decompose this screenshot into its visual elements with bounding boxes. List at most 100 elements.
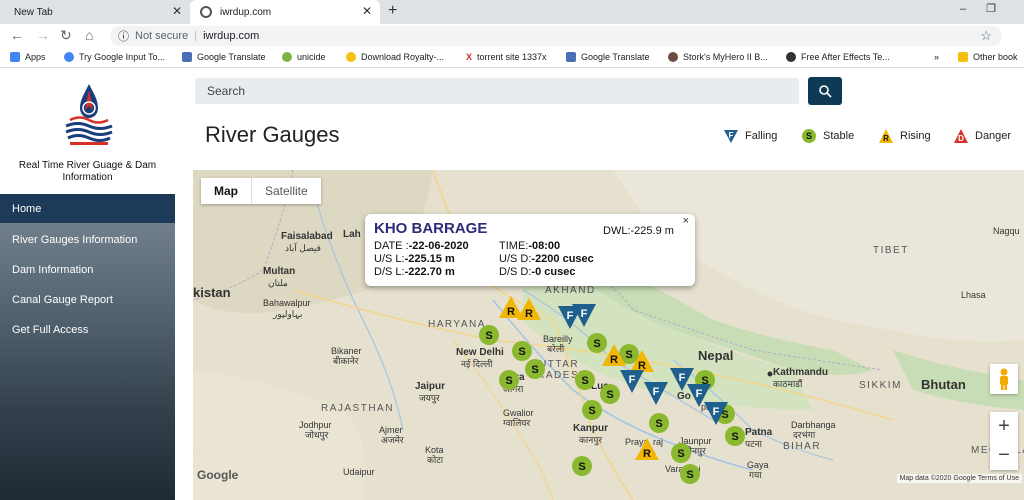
legend-stable: S Stable: [801, 128, 854, 144]
sidebar-item-dam-information[interactable]: Dam Information: [0, 255, 175, 284]
bookmark-other[interactable]: Other book: [958, 52, 1018, 62]
svg-text:F: F: [629, 374, 636, 386]
svg-text:R: R: [507, 306, 515, 318]
stable-gauge-marker[interactable]: S: [678, 462, 702, 486]
map-label: नई दिल्ली: [461, 359, 493, 369]
satellite-view-button[interactable]: Satellite: [251, 178, 321, 204]
legend-rising: R Rising: [878, 128, 931, 144]
map-label: Multan: [263, 266, 296, 277]
close-tab-icon[interactable]: ✕: [362, 4, 372, 18]
new-tab-icon[interactable]: +: [388, 2, 397, 20]
stable-gauge-marker[interactable]: S: [497, 368, 521, 392]
bookmark-star-icon[interactable]: ☆: [980, 28, 992, 44]
rising-gauge-marker[interactable]: R: [634, 436, 660, 462]
google-icon: [64, 52, 74, 62]
svg-text:S: S: [588, 405, 595, 417]
home-icon[interactable]: ⌂: [85, 27, 93, 43]
map-label: ملتان: [268, 278, 288, 288]
ds-discharge-field: D/S D:-0 cusec: [499, 266, 576, 278]
map-label: Bareilly: [543, 334, 573, 344]
bookmark-item[interactable]: Google Translate: [566, 52, 650, 62]
river-gauge-map[interactable]: Map Satellite Faisalabad فیصل آباد Lah M…: [193, 170, 1024, 500]
page-title: River Gauges: [205, 122, 340, 147]
map-label: Kota: [425, 445, 444, 455]
sidebar-item-river-gauges[interactable]: River Gauges Information: [0, 225, 175, 254]
stable-gauge-marker[interactable]: S: [723, 424, 747, 448]
svg-text:D: D: [958, 134, 964, 143]
svg-text:F: F: [713, 406, 720, 418]
globe-icon: [200, 6, 212, 18]
map-label: Faisalabad: [281, 231, 333, 242]
svg-text:S: S: [806, 131, 812, 141]
bookmark-item[interactable]: Stork's MyHero II B...: [668, 52, 768, 62]
tab-iwrdup[interactable]: iwrdup.com ✕: [190, 0, 380, 24]
bookmark-item[interactable]: Google Translate: [182, 52, 266, 62]
map-attribution[interactable]: Map data ©2020 Google Terms of Use: [896, 474, 1022, 483]
rising-gauge-marker[interactable]: R: [516, 296, 542, 322]
map-view-button[interactable]: Map: [201, 178, 251, 204]
stable-gauge-marker[interactable]: S: [523, 357, 547, 381]
stork-icon: [668, 52, 678, 62]
map-label: Gaya: [747, 460, 769, 470]
falling-gauge-marker[interactable]: F: [571, 302, 597, 328]
map-label: गया: [749, 470, 762, 480]
map-label: Nagqu: [993, 226, 1020, 236]
search-input[interactable]: Search: [195, 78, 799, 104]
bookmark-item[interactable]: Try Google Input To...: [64, 52, 165, 62]
zoom-out-button[interactable]: −: [990, 441, 1018, 470]
map-label: पटना: [745, 439, 762, 449]
map-label: Bhutan: [921, 377, 966, 392]
svg-text:R: R: [610, 354, 618, 366]
bookmark-item[interactable]: Free After Effects Te...: [786, 52, 890, 62]
svg-text:S: S: [655, 418, 662, 430]
sidebar-item-get-full-access[interactable]: Get Full Access: [0, 315, 175, 344]
bookmark-apps[interactable]: Apps: [10, 52, 46, 62]
tab-new-tab[interactable]: New Tab ✕: [0, 0, 190, 24]
stable-gauge-marker[interactable]: S: [477, 323, 501, 347]
falling-gauge-marker[interactable]: F: [619, 368, 645, 394]
rising-marker-icon: R: [879, 129, 893, 143]
map-label: काठमाडौं: [773, 379, 803, 389]
danger-marker-icon: D: [954, 129, 968, 143]
bookmarks-bar: Apps Try Google Input To... Google Trans…: [0, 48, 1024, 68]
address-bar[interactable]: ⓘ Not secure | iwrdup.com ☆: [110, 26, 1002, 46]
bookmark-item[interactable]: Xtorrent site 1337x: [466, 52, 547, 62]
map-label: AKHAND: [545, 285, 596, 296]
map-label: Udaipur: [343, 467, 375, 477]
falling-gauge-marker[interactable]: F: [643, 380, 669, 406]
sidebar-item-canal-gauge-report[interactable]: Canal Gauge Report: [0, 285, 175, 314]
close-tab-icon[interactable]: ✕: [172, 4, 182, 18]
forward-icon[interactable]: →: [36, 27, 50, 43]
rising-gauge-marker[interactable]: R: [601, 342, 627, 368]
svg-text:F: F: [696, 388, 703, 400]
stable-gauge-marker[interactable]: S: [573, 368, 597, 392]
reload-icon[interactable]: ↻: [60, 27, 72, 44]
stable-gauge-marker[interactable]: S: [647, 411, 671, 435]
us-level-field: U/S L:-225.15 m: [374, 253, 455, 265]
back-icon[interactable]: ←: [10, 27, 24, 43]
falling-gauge-marker[interactable]: F: [703, 400, 729, 426]
close-popup-icon[interactable]: ×: [683, 215, 689, 227]
sidebar-item-home[interactable]: Home: [0, 194, 175, 223]
search-icon: [819, 85, 832, 98]
svg-text:F: F: [679, 372, 686, 384]
site-title: Real Time River Guage & Dam Information: [18, 160, 157, 183]
map-label: Ajmer: [379, 425, 403, 435]
map-label: जोधपुर: [305, 430, 329, 440]
gauge-info-popup: KHO BARRAGE × DWL:-225.9 m DATE :-22-06-…: [365, 214, 695, 286]
window-controls[interactable]: –❐: [960, 2, 1016, 15]
zoom-in-button[interactable]: +: [990, 412, 1018, 441]
map-label: Nepal: [698, 348, 734, 363]
search-button[interactable]: [808, 77, 842, 105]
map-label: Patna: [745, 427, 773, 438]
bookmark-item[interactable]: Download Royalty-...: [346, 52, 444, 62]
stable-gauge-marker[interactable]: S: [570, 454, 594, 478]
more-bookmarks-icon[interactable]: »: [934, 52, 939, 62]
map-label: SIKKIM: [859, 380, 902, 391]
bookmark-item[interactable]: unicide: [282, 52, 326, 62]
gauge-name: KHO BARRAGE: [374, 220, 488, 237]
us-discharge-field: U/S D:-2200 cusec: [499, 253, 594, 265]
street-view-pegman-icon[interactable]: [990, 364, 1018, 394]
svg-text:S: S: [485, 330, 492, 342]
map-label: Lah: [343, 229, 361, 240]
